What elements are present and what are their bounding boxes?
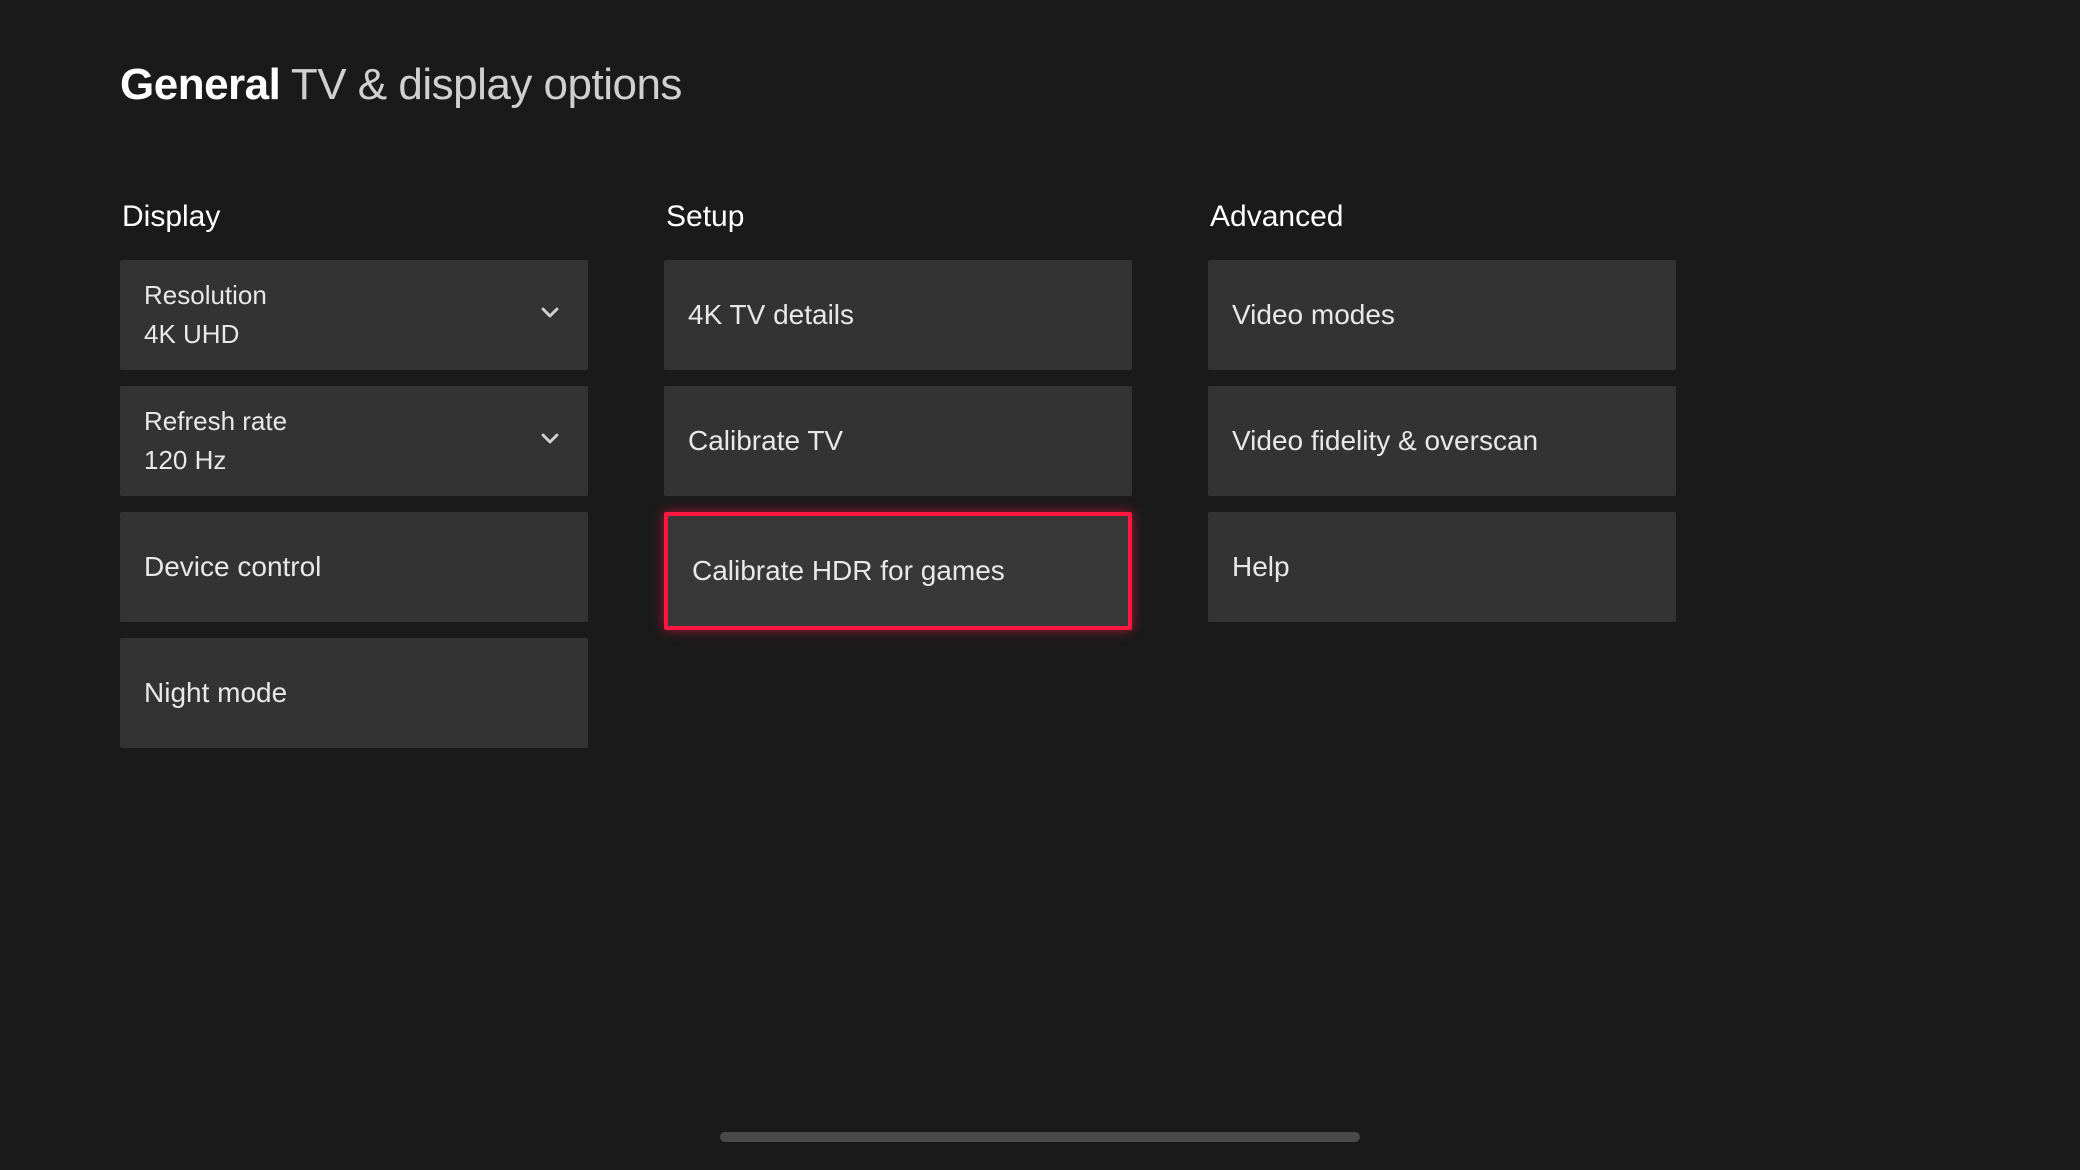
video-fidelity-button[interactable]: Video fidelity & overscan (1208, 386, 1676, 496)
help-button[interactable]: Help (1208, 512, 1676, 622)
night-mode-button[interactable]: Night mode (120, 638, 588, 748)
refresh-rate-label: Refresh rate (144, 406, 287, 437)
device-control-button[interactable]: Device control (120, 512, 588, 622)
page-title: General TV & display options (120, 60, 1960, 110)
resolution-value: 4K UHD (144, 319, 239, 350)
title-page: TV & display options (291, 60, 682, 109)
help-label: Help (1232, 551, 1290, 583)
video-modes-label: Video modes (1232, 299, 1395, 331)
calibrate-tv-label: Calibrate TV (688, 425, 843, 457)
calibrate-tv-button[interactable]: Calibrate TV (664, 386, 1132, 496)
4k-tv-details-label: 4K TV details (688, 299, 854, 331)
columns-row: Display Resolution 4K UHD Refresh rate 1… (120, 200, 1960, 764)
refresh-rate-value: 120 Hz (144, 445, 226, 476)
bottom-indicator-bar (720, 1132, 1360, 1142)
device-control-label: Device control (144, 551, 321, 583)
advanced-column-title: Advanced (1208, 200, 1676, 234)
display-column: Display Resolution 4K UHD Refresh rate 1… (120, 200, 588, 764)
calibrate-hdr-label: Calibrate HDR for games (692, 555, 1005, 587)
video-fidelity-label: Video fidelity & overscan (1232, 425, 1538, 457)
night-mode-label: Night mode (144, 677, 287, 709)
4k-tv-details-button[interactable]: 4K TV details (664, 260, 1132, 370)
title-category: General (120, 60, 280, 109)
setup-column-title: Setup (664, 200, 1132, 234)
settings-container: General TV & display options Display Res… (0, 0, 2080, 824)
chevron-down-icon (536, 299, 564, 332)
video-modes-button[interactable]: Video modes (1208, 260, 1676, 370)
advanced-column: Advanced Video modes Video fidelity & ov… (1208, 200, 1676, 764)
display-column-title: Display (120, 200, 588, 234)
resolution-dropdown[interactable]: Resolution 4K UHD (120, 260, 588, 370)
calibrate-hdr-button[interactable]: Calibrate HDR for games (664, 512, 1132, 630)
chevron-down-icon (536, 425, 564, 458)
setup-column: Setup 4K TV details Calibrate TV Calibra… (664, 200, 1132, 764)
resolution-label: Resolution (144, 280, 267, 311)
refresh-rate-dropdown[interactable]: Refresh rate 120 Hz (120, 386, 588, 496)
